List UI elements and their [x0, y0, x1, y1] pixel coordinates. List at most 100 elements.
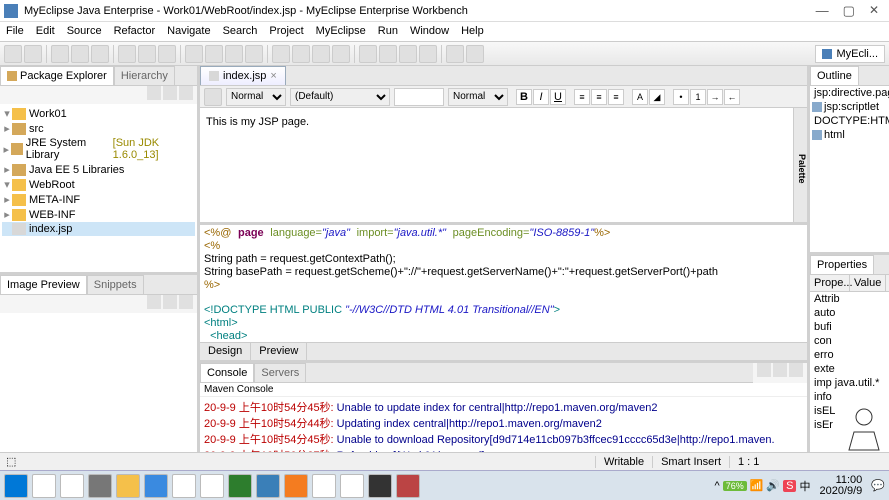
link-editor-icon[interactable]	[163, 86, 177, 100]
taskbar-app[interactable]	[284, 474, 308, 498]
tab-properties[interactable]: Properties	[810, 255, 874, 274]
tab-preview[interactable]: Preview	[251, 343, 307, 360]
style-select-1[interactable]: Normal	[226, 88, 286, 106]
list-ul-button[interactable]: •	[673, 89, 689, 105]
view-menu-icon[interactable]	[179, 86, 193, 100]
perspective-button[interactable]: MyEcli...	[815, 45, 885, 63]
size-input[interactable]	[394, 88, 444, 106]
maximize-icon[interactable]: ▢	[843, 3, 855, 19]
ee5-node[interactable]: ▸Java EE 5 Libraries	[2, 162, 195, 177]
run-button[interactable]	[138, 45, 156, 63]
file-explorer-button[interactable]	[116, 474, 140, 498]
tray-icon[interactable]: S	[783, 480, 796, 492]
edge-button[interactable]	[144, 474, 168, 498]
italic-button[interactable]: I	[533, 89, 549, 105]
view-menu-icon[interactable]	[179, 295, 193, 309]
menu-window[interactable]: Window	[404, 22, 455, 41]
menu-run[interactable]: Run	[372, 22, 404, 41]
web-inf-node[interactable]: ▸WEB-INF	[2, 207, 195, 222]
notifications-icon[interactable]: 💬	[871, 479, 885, 492]
align-left-button[interactable]: ≡	[574, 89, 590, 105]
zoom-out-icon[interactable]	[163, 295, 177, 309]
toolbar-button[interactable]	[419, 45, 437, 63]
volume-icon[interactable]: 🔊	[766, 479, 780, 492]
highlight-button[interactable]: ◢	[649, 89, 665, 105]
source-view[interactable]: <%@ page language="java" import="java.ut…	[200, 222, 807, 342]
taskbar-app[interactable]	[312, 474, 336, 498]
index-jsp-node[interactable]: index.jsp	[2, 222, 195, 236]
debug-button[interactable]	[118, 45, 136, 63]
taskbar-app[interactable]	[228, 474, 252, 498]
jre-node[interactable]: ▸JRE System Library [Sun JDK 1.6.0_13]	[2, 136, 195, 162]
meta-inf-node[interactable]: ▸META-INF	[2, 192, 195, 207]
project-node[interactable]: ▾Work01	[2, 106, 195, 121]
align-right-button[interactable]: ≡	[608, 89, 624, 105]
toolbar-button[interactable]	[245, 45, 263, 63]
align-center-button[interactable]: ≡	[591, 89, 607, 105]
bold-button[interactable]: B	[516, 89, 532, 105]
outdent-button[interactable]: ←	[724, 89, 740, 105]
clear-console-icon[interactable]	[757, 363, 771, 377]
toolbar-button[interactable]	[359, 45, 377, 63]
toolbar-button[interactable]	[51, 45, 69, 63]
property-row[interactable]: auto	[810, 306, 889, 320]
property-row[interactable]: imp java.util.*	[810, 376, 889, 390]
toolbar-button[interactable]	[399, 45, 417, 63]
src-node[interactable]: ▸src	[2, 121, 195, 136]
color-button[interactable]: A	[632, 89, 648, 105]
toolbar-button[interactable]	[204, 88, 222, 106]
font-select[interactable]: (Default)	[290, 88, 390, 106]
taskbar-app[interactable]	[88, 474, 112, 498]
indent-button[interactable]: →	[707, 89, 723, 105]
wifi-icon[interactable]: 📶	[750, 479, 764, 492]
ime-icon[interactable]: 中	[799, 478, 810, 494]
tab-package-explorer[interactable]: Package Explorer	[0, 66, 114, 85]
tray-chevron-icon[interactable]: ^	[715, 480, 720, 492]
list-ol-button[interactable]: 1	[690, 89, 706, 105]
tab-console[interactable]: Console	[200, 363, 254, 382]
webroot-node[interactable]: ▾WebRoot	[2, 177, 195, 192]
pin-console-icon[interactable]	[773, 363, 787, 377]
col-value[interactable]: Value	[850, 275, 886, 291]
col-property[interactable]: Prope...	[810, 275, 850, 291]
start-button[interactable]	[4, 474, 28, 498]
chrome-button[interactable]	[340, 474, 364, 498]
property-row[interactable]: erro	[810, 348, 889, 362]
toolbar-button[interactable]	[312, 45, 330, 63]
tab-servers[interactable]: Servers	[254, 363, 306, 382]
tab-design[interactable]: Design	[200, 343, 251, 360]
close-tab-icon[interactable]: ×	[270, 70, 276, 82]
menu-source[interactable]: Source	[61, 22, 108, 41]
menu-file[interactable]: File	[0, 22, 30, 41]
menu-edit[interactable]: Edit	[30, 22, 61, 41]
tab-outline[interactable]: Outline	[810, 66, 859, 85]
forward-button[interactable]	[466, 45, 484, 63]
taskbar-app[interactable]	[396, 474, 420, 498]
back-button[interactable]	[446, 45, 464, 63]
close-icon[interactable]: ✕	[869, 3, 879, 19]
menu-project[interactable]: Project	[263, 22, 309, 41]
toolbar-button[interactable]	[225, 45, 243, 63]
menu-navigate[interactable]: Navigate	[161, 22, 216, 41]
menu-myeclipse[interactable]: MyEclipse	[310, 22, 372, 41]
tab-image-preview[interactable]: Image Preview	[0, 275, 87, 294]
new-button[interactable]	[4, 45, 22, 63]
tab-snippets[interactable]: Snippets	[87, 275, 144, 294]
property-row[interactable]: exte	[810, 362, 889, 376]
toolbar-button[interactable]	[71, 45, 89, 63]
console-menu-icon[interactable]	[789, 363, 803, 377]
toolbar-button[interactable]	[379, 45, 397, 63]
tab-hierarchy[interactable]: Hierarchy	[114, 66, 175, 85]
minimize-icon[interactable]: —	[816, 3, 829, 19]
toolbar-button[interactable]	[272, 45, 290, 63]
battery-indicator[interactable]: 76%	[723, 481, 747, 491]
toolbar-button[interactable]	[332, 45, 350, 63]
taskbar-app[interactable]	[200, 474, 224, 498]
console-body[interactable]: 20-9-9 上午10时54分45秒: Unable to update ind…	[200, 397, 807, 452]
save-button[interactable]	[24, 45, 42, 63]
property-row[interactable]: bufi	[810, 320, 889, 334]
property-row[interactable]: Attrib	[810, 292, 889, 306]
menu-refactor[interactable]: Refactor	[108, 22, 162, 41]
toolbar-button[interactable]	[205, 45, 223, 63]
toolbar-button[interactable]	[158, 45, 176, 63]
